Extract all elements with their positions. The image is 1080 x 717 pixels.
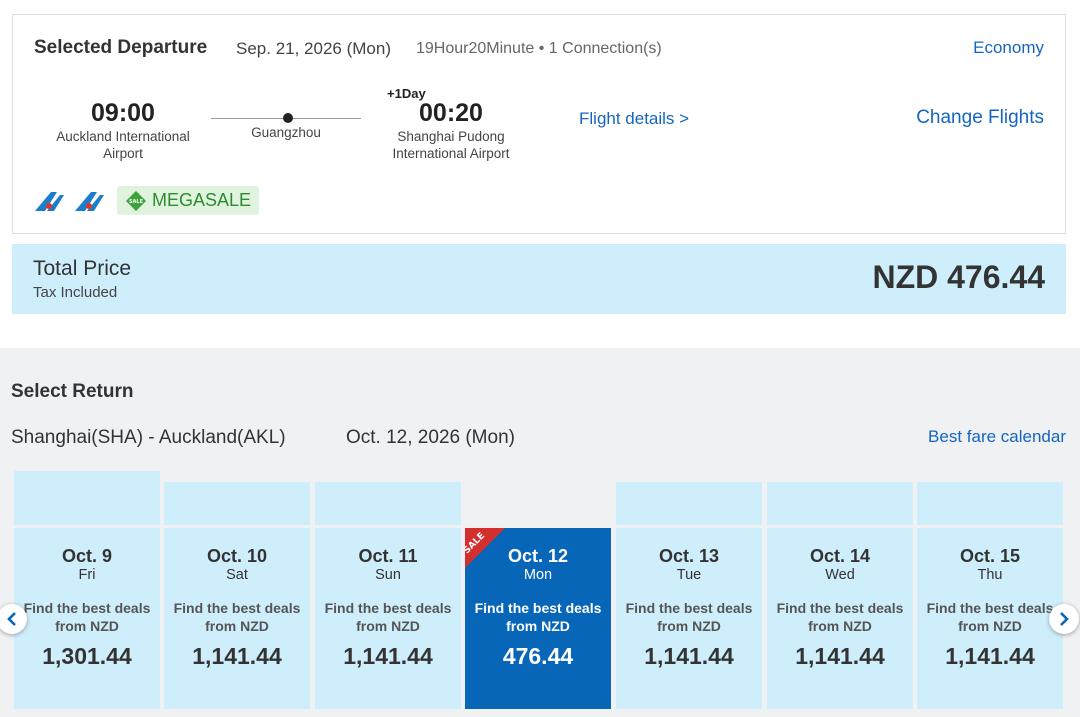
day-price: 1,141.44 — [945, 643, 1035, 669]
day-date: Oct. 15 — [959, 546, 1021, 566]
tax-included-label: Tax Included — [33, 284, 118, 301]
return-day-card[interactable]: Oct. 14 Wed Find the best deals from NZD… — [767, 528, 913, 709]
stopover-dot — [283, 113, 293, 123]
day-from-text: from NZD — [356, 618, 420, 634]
fare-bar — [616, 482, 762, 525]
day-from-text: from NZD — [958, 618, 1022, 634]
day-price: 1,141.44 — [343, 643, 433, 669]
return-day-card[interactable]: Oct. 11 Sun Find the best deals from NZD… — [315, 528, 461, 709]
day-from-text: from NZD — [657, 618, 721, 634]
cabin-class: Economy — [973, 38, 1044, 57]
day-date: Oct. 10 — [206, 546, 268, 566]
depart-airport: Auckland International Airport — [56, 129, 190, 161]
day-date: Oct. 9 — [61, 546, 113, 566]
total-price-amount: NZD 476.44 — [872, 259, 1045, 295]
departure-duration-connections: 19Hour20Minute • 1 Connection(s) — [416, 40, 662, 57]
fare-bar — [315, 482, 461, 525]
departure-destination: 00:20 Shanghai Pudong International Airp… — [385, 99, 517, 162]
day-deal-text: Find the best deals — [926, 600, 1054, 616]
connections-text: 1 Connection(s) — [548, 40, 662, 57]
selected-departure-card: Selected Departure Sep. 21, 2026 (Mon) 1… — [12, 14, 1066, 234]
day-price: 1,141.44 — [795, 643, 885, 669]
day-date: Oct. 14 — [809, 546, 871, 566]
day-from-text: from NZD — [205, 618, 269, 634]
return-title: Select Return — [11, 381, 134, 402]
departure-title: Selected Departure — [34, 37, 208, 58]
total-price-bar: Total Price Tax Included NZD 476.44 — [12, 244, 1066, 314]
chevron-right-icon — [1060, 612, 1069, 626]
fare-bar — [14, 471, 160, 525]
return-day-card[interactable]: Oct. 13 Tue Find the best deals from NZD… — [616, 528, 762, 709]
select-return-section: Select Return Shanghai(SHA) - Auckland(A… — [0, 348, 1080, 717]
best-fare-calendar-link[interactable]: Best fare calendar — [928, 427, 1066, 447]
day-date: Oct. 13 — [658, 546, 720, 566]
next-dates-button[interactable] — [1049, 604, 1079, 634]
day-price: 1,141.44 — [644, 643, 734, 669]
day-weekday: Fri — [78, 567, 96, 583]
china-southern-logo-icon — [75, 192, 104, 211]
stopover-city: Guangzhou — [251, 125, 321, 140]
day-price: 1,141.44 — [192, 643, 282, 669]
departure-origin: 09:00 Auckland International Airport — [51, 99, 195, 162]
fare-bar — [164, 482, 310, 525]
change-flights-link[interactable]: Change Flights — [916, 107, 1044, 129]
sale-ribbon-icon: SALE — [465, 528, 505, 568]
arrive-airport: Shanghai Pudong International Airport — [392, 129, 510, 161]
day-weekday: Tue — [676, 567, 702, 583]
return-route: Shanghai(SHA) - Auckland(AKL) — [11, 427, 286, 448]
day-deal-text: Find the best deals — [625, 600, 753, 616]
fare-bar — [917, 482, 1063, 525]
return-day-card-selected[interactable]: SALE Oct. 12 Mon Find the best deals fro… — [465, 528, 611, 709]
day-deal-text: Find the best deals — [474, 600, 602, 616]
china-southern-logo-icon — [35, 192, 64, 211]
megasale-badge: SALE MEGASALE — [117, 186, 260, 215]
return-day-card[interactable]: Oct. 15 Thu Find the best deals from NZD… — [917, 528, 1063, 709]
day-from-text: from NZD — [506, 618, 570, 634]
day-weekday: Thu — [977, 567, 1003, 583]
depart-time: 09:00 — [91, 99, 155, 127]
return-date: Oct. 12, 2026 (Mon) — [346, 427, 515, 448]
megasale-label: MEGASALE — [152, 190, 252, 210]
sale-tag-text: SALE — [129, 199, 144, 205]
total-price-label: Total Price — [33, 257, 132, 280]
day-weekday: Sat — [226, 567, 248, 583]
day-price: 1,301.44 — [42, 643, 132, 669]
return-day-card[interactable]: Oct. 10 Sat Find the best deals from NZD… — [164, 528, 310, 709]
chevron-left-icon — [7, 612, 16, 626]
day-deal-text: Find the best deals — [23, 600, 151, 616]
day-date: Oct. 11 — [358, 546, 418, 566]
departure-date: Sep. 21, 2026 (Mon) — [236, 39, 391, 58]
duration-text: 19Hour20Minute — [416, 40, 535, 57]
day-deal-text: Find the best deals — [324, 600, 452, 616]
day-from-text: from NZD — [808, 618, 872, 634]
flight-details-link[interactable]: Flight details > — [579, 109, 689, 129]
day-price: 476.44 — [502, 643, 574, 669]
day-weekday: Sun — [375, 567, 401, 583]
day-deal-text: Find the best deals — [776, 600, 904, 616]
day-from-text: from NZD — [55, 618, 119, 634]
fare-bar — [767, 482, 913, 525]
return-day-card[interactable]: Oct. 9 Fri Find the best deals from NZD … — [14, 528, 160, 709]
day-weekday: Wed — [825, 567, 855, 583]
day-deal-text: Find the best deals — [173, 600, 301, 616]
sale-tag-icon: SALE — [126, 190, 146, 211]
arrive-time: 00:20 — [419, 99, 483, 127]
day-weekday: Mon — [523, 567, 553, 583]
